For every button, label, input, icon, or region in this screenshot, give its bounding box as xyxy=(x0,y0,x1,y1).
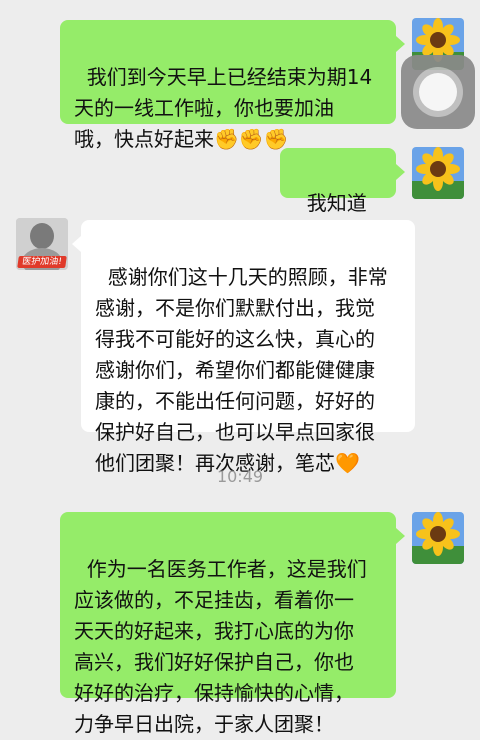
blurred-avatar[interactable]: 医护加油! xyxy=(16,218,68,270)
message-text: 作为一名医务工作者，这是我们 应该做的，不足挂齿，看着你一 天天的好起来，我打心… xyxy=(74,557,367,736)
message-bubble-outgoing[interactable]: 我知道啦 xyxy=(280,148,396,246)
sunflower-avatar[interactable] xyxy=(412,147,464,199)
bubble-tail xyxy=(72,236,81,252)
assistive-touch-icon[interactable] xyxy=(401,55,475,129)
message-text: 感谢你们这十几天的照顾，非常 感谢，不是你们默默付出，我觉 得我不可能好的这么快… xyxy=(95,265,388,475)
message-bubble-incoming[interactable]: 感谢你们这十几天的照顾，非常 感谢，不是你们默默付出，我觉 得我不可能好的这么快… xyxy=(81,220,415,475)
assistive-touch-ring xyxy=(413,67,463,117)
sunflower-avatar[interactable] xyxy=(412,512,464,564)
avatar-badge: 医护加油! xyxy=(17,256,67,268)
message-bubble-outgoing[interactable]: 作为一名医务工作者，这是我们 应该做的，不足挂齿，看着你一 天天的好起来，我打心… xyxy=(60,512,396,736)
assistive-touch-core xyxy=(419,73,457,111)
bubble-tail xyxy=(396,528,405,544)
bubble-tail xyxy=(396,36,405,52)
timestamp: 10:49 xyxy=(216,467,264,486)
bubble-tail xyxy=(396,164,405,180)
fist-emoji: ✊✊✊ xyxy=(214,127,289,151)
message-bubble-outgoing[interactable]: 我们到今天早上已经结束为期14 天的一线工作啦，你也要加油 哦，快点好起来✊✊✊ xyxy=(60,20,396,151)
